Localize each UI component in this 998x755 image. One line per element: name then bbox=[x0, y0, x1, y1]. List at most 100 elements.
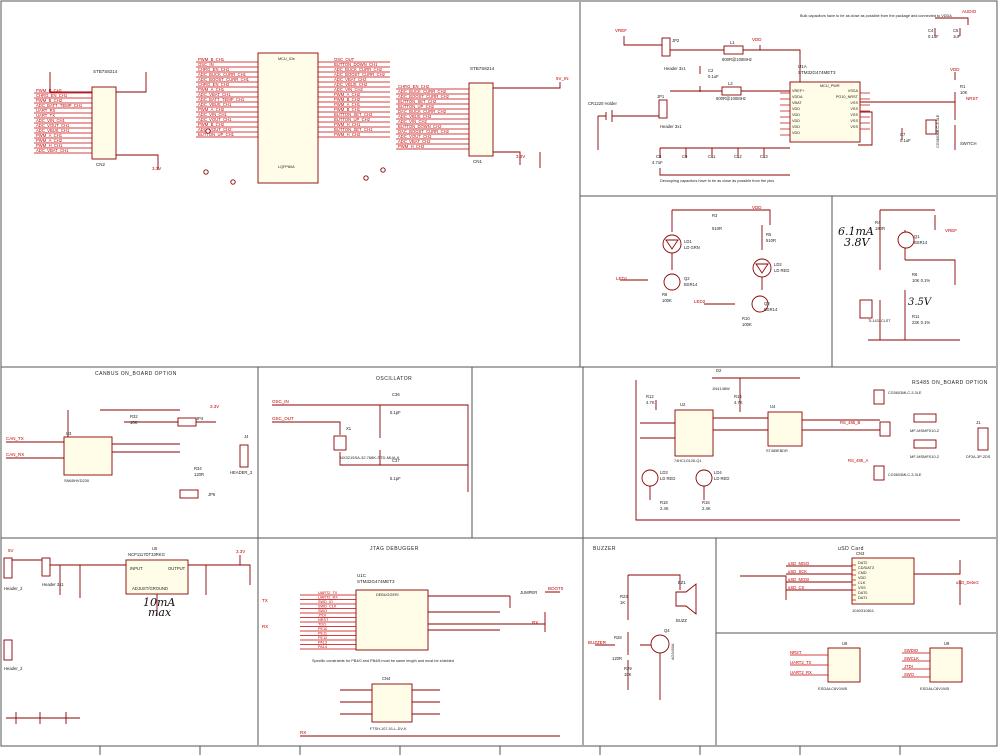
tp-dot bbox=[203, 169, 209, 175]
cn1-net-labels: CHRG_EN_CH2ADC_BUCK_CURR_CH2ADC_BOOST_CU… bbox=[396, 84, 469, 150]
net-label: PE11 bbox=[318, 632, 327, 636]
header-j3 bbox=[3, 639, 13, 661]
jumper-label: JUMPER bbox=[520, 590, 537, 595]
net-label: SWCLK bbox=[904, 656, 919, 661]
ldo-output: OUTPUT bbox=[168, 566, 186, 571]
c2-ref: C2 bbox=[708, 68, 714, 73]
mosfet-q4 bbox=[650, 634, 670, 654]
r10-val: 100K bbox=[742, 322, 752, 327]
jp1-ref: JP1 bbox=[657, 94, 665, 99]
jtag-note: Specific constraints for PB4/0 and PB4/8… bbox=[312, 659, 454, 663]
u1b-left-net-labels: PWM_B_CH1OSC_INCHRG_EN_CH1ADC_BUCK_CURR_… bbox=[196, 57, 258, 138]
header-j2 bbox=[3, 557, 13, 579]
tp-dot bbox=[205, 128, 211, 134]
tvs-d5 bbox=[873, 465, 885, 481]
r28-val: 120R bbox=[612, 656, 622, 661]
d3-part: CG0603MLC-3.3LE bbox=[888, 391, 922, 395]
translator-u2 bbox=[674, 409, 714, 457]
fuse-f1 bbox=[913, 413, 937, 423]
u1c-part: STM32G474MET3 bbox=[357, 579, 395, 584]
connector-cn1: STB7S8214 CN1 CHRG_EN_CH2ADC_BUCK_CURR_C… bbox=[396, 66, 569, 168]
j1-ref: J1 bbox=[976, 420, 981, 425]
transistor-q2 bbox=[663, 273, 681, 291]
can-transceiver-u3 bbox=[63, 436, 113, 476]
r23-val: 1K bbox=[620, 600, 625, 605]
osc-in-net: OSC_IN bbox=[272, 399, 289, 404]
shunt-ref-u8 bbox=[859, 299, 873, 319]
ldo-input: INPUT bbox=[130, 566, 143, 571]
net-label: VDD bbox=[792, 119, 800, 123]
net-label: VSS bbox=[850, 107, 858, 111]
inductor-l2 bbox=[721, 86, 742, 96]
u1a-ref: U1A bbox=[798, 64, 807, 69]
net-label: VDDA bbox=[792, 95, 803, 99]
bz1-ref: BZ1 bbox=[678, 580, 686, 585]
vdd-label: VDD bbox=[752, 37, 762, 42]
led1-net: LED1 bbox=[616, 276, 628, 281]
l1-ref: L1 bbox=[730, 40, 735, 45]
canbus-section: CANBUS ON_BOARD OPTION U3 SN65HVD230 CAN… bbox=[6, 371, 253, 499]
jp4-ref: JP4 bbox=[196, 416, 204, 421]
r16-val: 2.4K bbox=[702, 506, 711, 511]
vref-section: 6.1mA 3.8V 3.5V R4 180R Q1 BSR14 R6 10K … bbox=[838, 209, 960, 341]
d2-ref: D2 bbox=[716, 368, 722, 373]
rs485-a-net: RS_485_A bbox=[848, 458, 868, 463]
sd-sck-net: uSD_SCK bbox=[788, 569, 807, 574]
r11-val: 23K 0.1% bbox=[912, 320, 930, 325]
u5-ref: U5 bbox=[152, 546, 158, 551]
u3-ref: U3 bbox=[66, 431, 72, 436]
net-label: ADC_VBAT_CH1 bbox=[36, 148, 69, 153]
net-label: VDD bbox=[792, 107, 800, 111]
schematic-sheet: STB7S8214 CN2 PWM_B_CH1CHRG_EN_CH1PWM_B_… bbox=[0, 0, 998, 755]
jumper-jp4 bbox=[177, 417, 197, 427]
d5-part: CG0603MLC-3.3LE bbox=[888, 473, 922, 477]
osc-out-net: OSC_OUT bbox=[272, 416, 294, 421]
q4-part: AO3400A bbox=[671, 643, 675, 660]
u9-part: ESDALC6V1W5 bbox=[920, 686, 950, 691]
ld3-color: LD RED bbox=[660, 476, 675, 481]
u1a-sub: MCU_PWR bbox=[820, 84, 840, 88]
usd-section: uSD Card CN3 1040310811 DAT2CD/DAT3CMDVD… bbox=[740, 546, 979, 613]
cn1-5v: 5V_IN bbox=[556, 76, 569, 81]
c37-ref: C37 bbox=[392, 458, 400, 463]
rs485-connector-j1 bbox=[977, 427, 989, 451]
x1-part: NX3215SA-32.768K-STD-MUA-9 bbox=[340, 455, 400, 460]
cn1-ref: CN1 bbox=[473, 159, 482, 164]
cn3-ref: CN3 bbox=[856, 551, 865, 556]
net-label: TDO bbox=[318, 623, 326, 627]
net-label: SWD_IO bbox=[318, 600, 333, 604]
r4-val: 180R bbox=[875, 226, 885, 231]
c8-ref: C8 bbox=[656, 154, 662, 159]
rs485-title: RS485 ON_BOARD OPTION bbox=[912, 380, 988, 386]
r6-ref: R6 bbox=[912, 272, 918, 277]
ldo-5v: 5V bbox=[8, 548, 14, 553]
jp2-header: Header 3x1 bbox=[664, 66, 686, 71]
net-label: VREF+ bbox=[792, 89, 805, 93]
vref-label: VREF bbox=[615, 28, 627, 33]
r1-val: 10K bbox=[960, 90, 968, 95]
l2-ref: L2 bbox=[728, 81, 733, 86]
net-label: UART2_RX bbox=[790, 670, 812, 675]
led-vdd: VDD bbox=[752, 205, 762, 210]
c37-val: 5.1pF bbox=[390, 476, 401, 481]
r8-val: 100K bbox=[662, 298, 672, 303]
c5-val: 1uF bbox=[953, 34, 961, 39]
connector-cn2: STB7S8214 CN2 PWM_B_CH1CHRG_EN_CH1PWM_B_… bbox=[34, 69, 161, 171]
r29-ref: R29 bbox=[624, 666, 632, 671]
can-tx-net: CAN_TX bbox=[6, 436, 24, 441]
sd-mosi-net: uSD_MOSI bbox=[788, 577, 809, 582]
cn2-3v3: 3.3V bbox=[152, 166, 161, 171]
switch-label: SWITCH bbox=[960, 141, 977, 146]
r8-ref: R8 bbox=[662, 292, 668, 297]
ld1-ref: LD1 bbox=[684, 239, 692, 244]
ldo-current-note: 10mA max bbox=[143, 596, 175, 619]
u1b-footer: LQFP80A bbox=[278, 165, 295, 169]
u1c-ref: U1C bbox=[357, 573, 367, 578]
r5-ref: R5 bbox=[766, 232, 772, 237]
net-label: JTDI bbox=[318, 614, 326, 618]
net-label: VSSA bbox=[848, 89, 859, 93]
rs485-u4 bbox=[767, 411, 803, 447]
net-label: NRST bbox=[790, 650, 802, 655]
q2-ref: Q2 bbox=[684, 276, 690, 281]
c12-ref: C12 bbox=[734, 154, 742, 159]
